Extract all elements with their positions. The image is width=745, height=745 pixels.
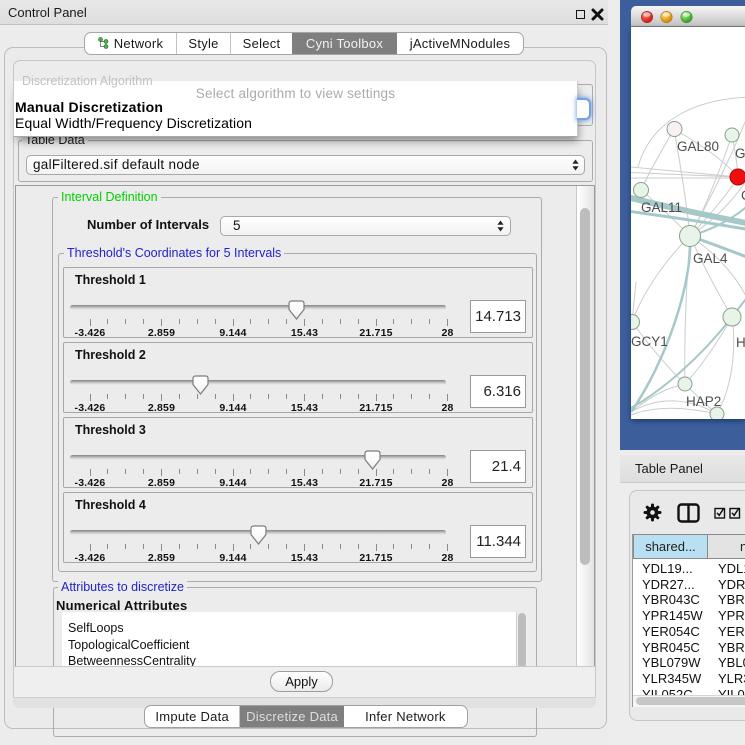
svg-text:GAL80: GAL80: [677, 139, 719, 154]
svg-text:GCY1: GCY1: [631, 334, 668, 349]
svg-text:H: H: [736, 335, 745, 350]
svg-text:GAL4: GAL4: [693, 251, 728, 266]
svg-text:GAL11: GAL11: [641, 200, 682, 215]
svg-text:HAP2: HAP2: [686, 394, 721, 409]
svg-text:G.: G.: [735, 146, 745, 161]
svg-text:C: C: [741, 188, 745, 203]
